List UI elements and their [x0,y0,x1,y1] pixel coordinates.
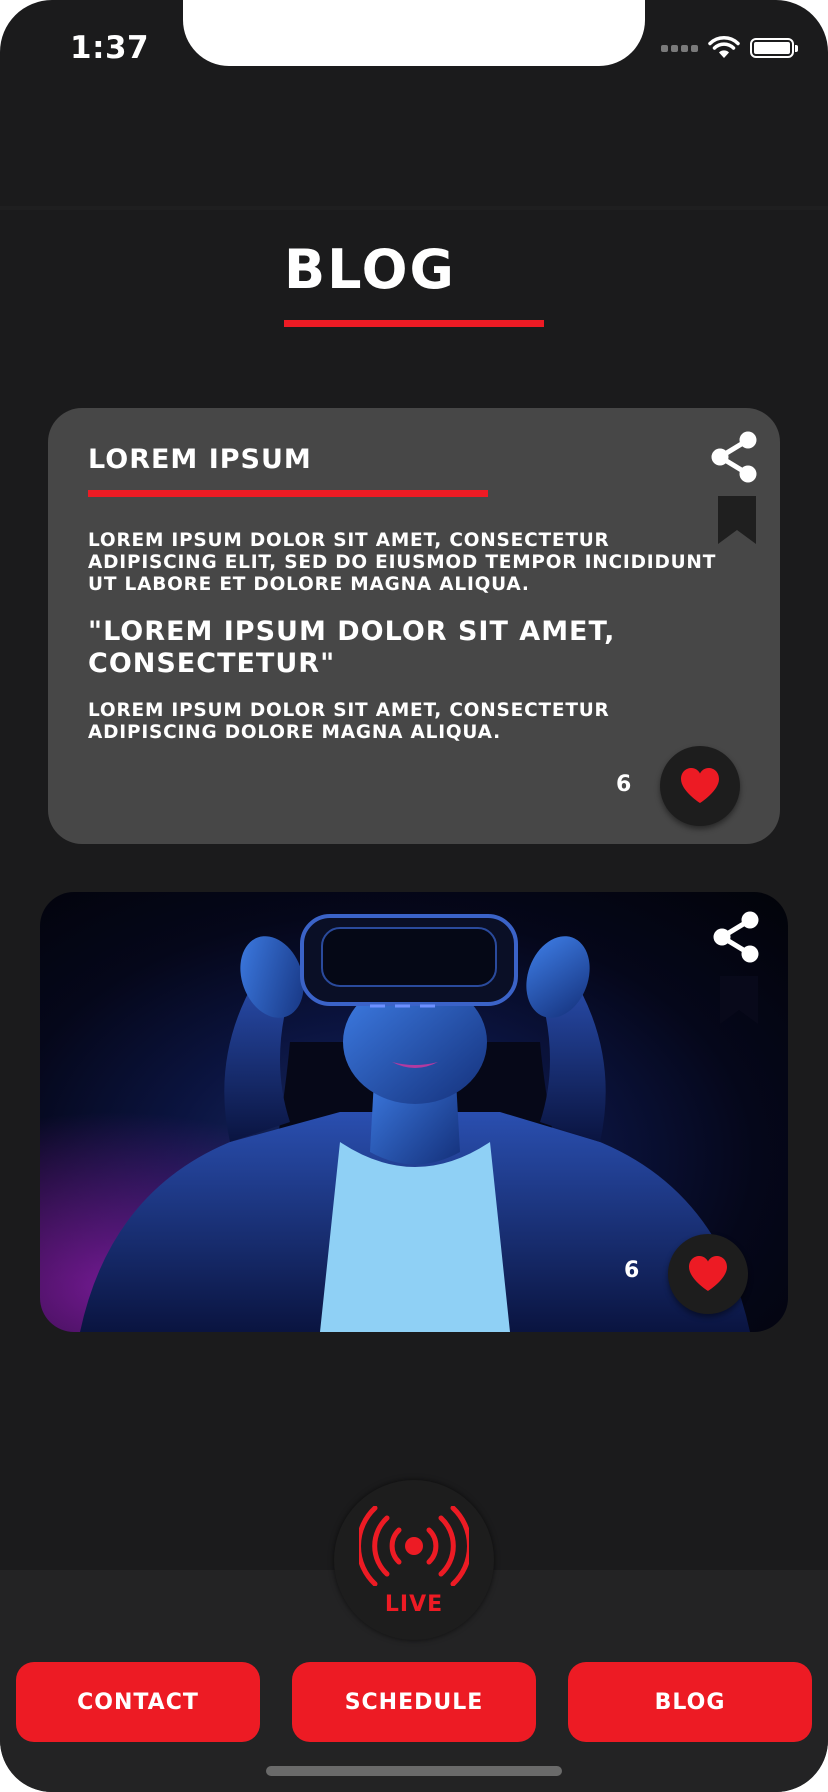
like-count: 6 [624,1258,640,1283]
post-paragraph: LOREM IPSUM DOLOR SIT AMET, CONSECTETUR … [88,700,610,743]
share-icon[interactable] [712,910,760,964]
broadcast-icon [359,1506,469,1586]
blog-post-card[interactable]: LOREM IPSUM LOREM IPSUM DOLOR SIT AMET, … [48,408,780,844]
post-title: LOREM IPSUM [88,444,312,475]
post-paragraph: LOREM IPSUM DOLOR SIT AMET, CONSECTETUR … [88,530,717,595]
schedule-button[interactable]: SCHEDULE [292,1662,536,1742]
status-icons [661,36,798,60]
image-post-card[interactable]: 6 [40,892,788,1332]
like-count: 6 [616,772,632,797]
live-button[interactable]: LIVE [334,1480,494,1640]
notch [183,0,645,66]
like-button[interactable] [668,1234,748,1314]
signal-icon [661,44,698,52]
heart-icon [689,1256,727,1291]
page-title: BLOG [284,238,456,301]
battery-icon [750,38,798,58]
blog-button[interactable]: BLOG [568,1662,812,1742]
header-divider [0,206,828,210]
heart-icon [681,768,719,803]
like-button[interactable] [660,746,740,826]
title-underline [284,320,544,327]
phone-screen: 1:37 BLOG LOREM IPSUM LOREM IPSUM DOLOR … [0,0,828,1792]
post-quote: "LOREM IPSUM DOLOR SIT AMET, CONSECTETUR… [88,616,616,679]
post-title-underline [88,490,488,497]
share-icon[interactable] [710,430,758,484]
live-label: LIVE [384,1592,444,1617]
status-time: 1:37 [70,30,150,66]
contact-button[interactable]: CONTACT [16,1662,260,1742]
wifi-icon [708,36,740,58]
home-indicator[interactable] [266,1766,562,1776]
bookmark-icon[interactable] [718,974,760,1026]
